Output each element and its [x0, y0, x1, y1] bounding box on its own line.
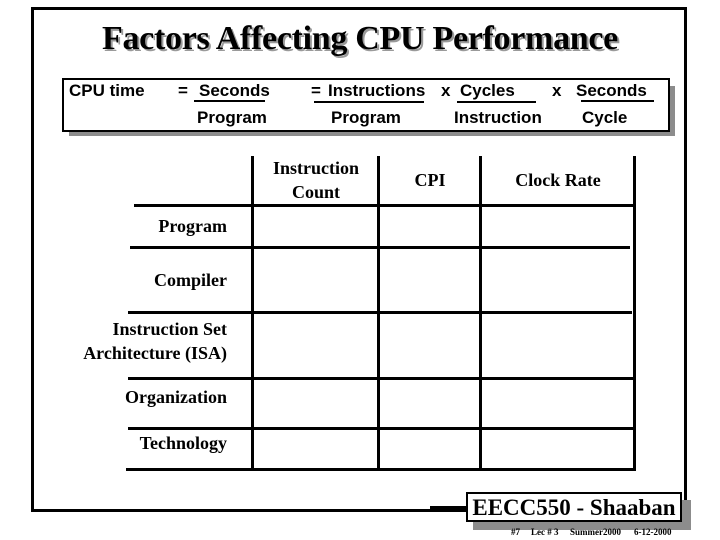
formula-term4-fraction-bar — [581, 100, 654, 102]
slide-title: Factors Affecting CPU Performance — [102, 20, 618, 57]
table-cell — [254, 207, 377, 246]
formula-lhs: CPU time — [69, 81, 145, 100]
table-cell — [380, 249, 479, 311]
cpu-time-formula-box: CPU time = Seconds Program = Instruction… — [62, 78, 670, 132]
table-cell — [482, 380, 633, 427]
formula-term2-fraction-bar — [314, 101, 424, 103]
table-cell — [380, 207, 479, 246]
lecture-number: Lec # 3 — [531, 527, 559, 537]
formula-term4-denominator: Cycle — [582, 108, 628, 127]
date: 6-12-2000 — [634, 527, 672, 537]
row-header-program: Program — [158, 216, 227, 236]
formula-times-2: x — [552, 81, 562, 100]
table-cell — [482, 314, 633, 377]
formula-term1-fraction-bar — [194, 100, 265, 102]
formula-term3-fraction-bar — [457, 101, 536, 103]
table-cell — [254, 380, 377, 427]
row-header-line: Instruction Set — [112, 319, 227, 339]
table-cell — [254, 314, 377, 377]
term: Summer2000 — [570, 527, 621, 537]
formula-term1-numerator: Seconds — [199, 81, 270, 100]
column-header-line: Instruction — [272, 158, 359, 178]
table-cell — [482, 249, 633, 311]
formula-term1-denominator: Program — [197, 108, 267, 127]
formula-term3-numerator: Cycles — [460, 81, 515, 100]
formula-term3-denominator: Instruction — [454, 108, 542, 127]
course-badge: EECC550 - Shaaban — [466, 492, 682, 522]
table-cell — [482, 430, 633, 468]
row-header-isa: Instruction Set Architecture (ISA) — [27, 317, 227, 365]
row-header-compiler: Compiler — [154, 270, 227, 290]
formula-term4-numerator: Seconds — [576, 81, 647, 100]
formula-equals-1: = — [178, 81, 188, 100]
column-header-line: Count — [291, 182, 340, 202]
badge-connector-left — [430, 506, 466, 509]
table-cell — [380, 430, 479, 468]
table-cell — [254, 430, 377, 468]
table-hline-bottom — [126, 468, 636, 471]
row-header-line: Architecture (ISA) — [83, 343, 227, 363]
table-cell — [380, 314, 479, 377]
table-cell — [254, 249, 377, 311]
table-cell — [482, 207, 633, 246]
table-cell — [380, 380, 479, 427]
formula-term2-denominator: Program — [331, 108, 401, 127]
column-header-cpi: CPI — [414, 170, 446, 190]
slide-number: #7 — [511, 527, 520, 537]
formula-term2-numerator: Instructions — [328, 81, 426, 100]
row-header-organization: Organization — [125, 387, 227, 407]
column-header-clock-rate: Clock Rate — [515, 170, 601, 190]
row-header-technology: Technology — [139, 433, 227, 453]
formula-times-1: x — [441, 81, 451, 100]
column-header-instruction-count: Instruction Count — [254, 156, 378, 204]
formula-equals-2: = — [311, 81, 321, 100]
